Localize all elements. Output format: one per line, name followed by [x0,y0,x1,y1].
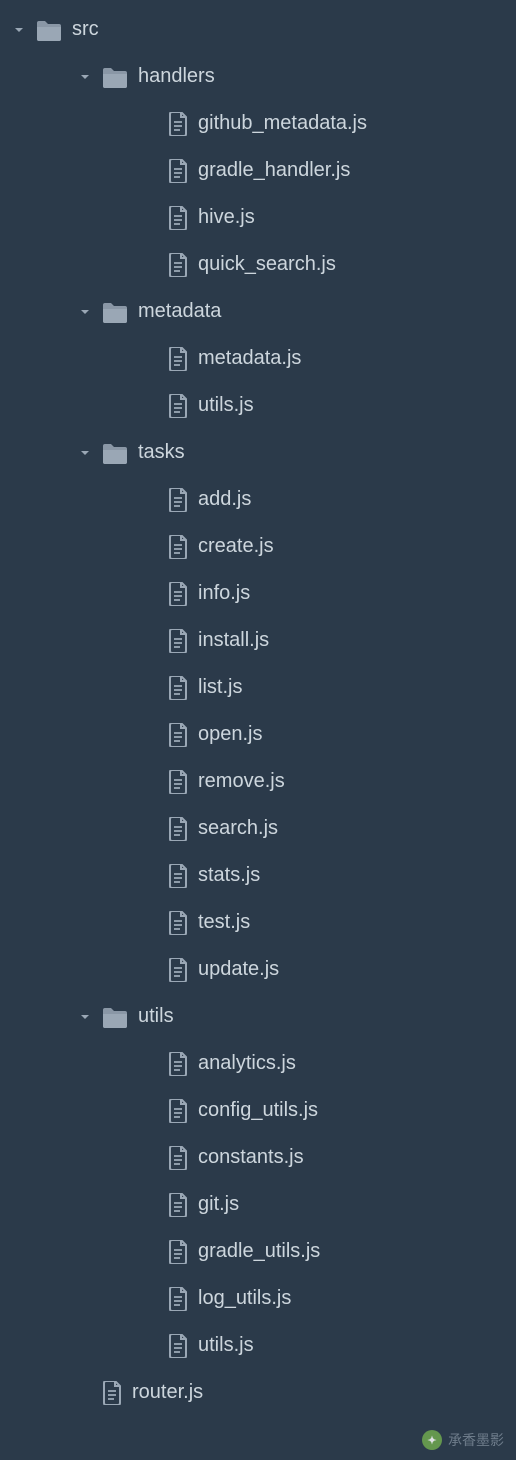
file-icon [168,1334,188,1358]
tree-file[interactable]: router.js [0,1369,516,1416]
file-icon [168,206,188,230]
tree-file[interactable]: open.js [0,711,516,758]
file-icon [168,770,188,794]
watermark: ✦ 承香墨影 [422,1430,504,1450]
folder-icon [102,1006,128,1028]
chevron-down-icon[interactable] [78,448,92,458]
tree-file[interactable]: config_utils.js [0,1087,516,1134]
tree-file[interactable]: test.js [0,899,516,946]
tree-file[interactable]: quick_search.js [0,241,516,288]
tree-folder[interactable]: utils [0,993,516,1040]
tree-file[interactable]: install.js [0,617,516,664]
tree-file[interactable]: remove.js [0,758,516,805]
folder-icon [102,301,128,323]
tree-folder[interactable]: handlers [0,53,516,100]
file-icon [168,535,188,559]
folder-icon [102,442,128,464]
file-label: gradle_utils.js [198,1240,320,1263]
file-icon [168,1287,188,1311]
file-icon [168,394,188,418]
file-icon [168,1146,188,1170]
tree-file[interactable]: hive.js [0,194,516,241]
file-icon [168,1193,188,1217]
tree-file[interactable]: search.js [0,805,516,852]
tree-folder[interactable]: tasks [0,429,516,476]
tree-file[interactable]: add.js [0,476,516,523]
file-label: config_utils.js [198,1099,318,1122]
file-label: log_utils.js [198,1287,291,1310]
file-label: create.js [198,535,274,558]
file-label: github_metadata.js [198,112,367,135]
tree-file[interactable]: utils.js [0,1322,516,1369]
tree-file[interactable]: utils.js [0,382,516,429]
file-label: metadata.js [198,347,301,370]
file-label: add.js [198,488,251,511]
tree-file[interactable]: gradle_handler.js [0,147,516,194]
file-icon [168,1099,188,1123]
file-label: utils.js [198,394,254,417]
file-icon [168,817,188,841]
folder-label: tasks [138,441,185,464]
file-icon [168,112,188,136]
file-label: analytics.js [198,1052,296,1075]
tree-file[interactable]: github_metadata.js [0,100,516,147]
file-label: update.js [198,958,279,981]
wechat-icon: ✦ [422,1430,442,1450]
file-icon [102,1381,122,1405]
tree-file[interactable]: stats.js [0,852,516,899]
tree-file[interactable]: list.js [0,664,516,711]
file-label: gradle_handler.js [198,159,350,182]
file-icon [168,676,188,700]
file-label: quick_search.js [198,253,336,276]
file-tree: src handlers github_metadata.js gradle_h… [0,6,516,1416]
file-icon [168,911,188,935]
file-label: hive.js [198,206,255,229]
file-label: git.js [198,1193,239,1216]
file-icon [168,1052,188,1076]
file-icon [168,582,188,606]
chevron-down-icon[interactable] [12,25,26,35]
tree-file[interactable]: metadata.js [0,335,516,382]
file-label: router.js [132,1381,203,1404]
file-icon [168,1240,188,1264]
file-icon [168,958,188,982]
file-label: stats.js [198,864,260,887]
tree-file[interactable]: create.js [0,523,516,570]
file-label: utils.js [198,1334,254,1357]
tree-folder[interactable]: src [0,6,516,53]
file-icon [168,347,188,371]
tree-folder[interactable]: metadata [0,288,516,335]
file-icon [168,723,188,747]
chevron-down-icon[interactable] [78,1012,92,1022]
file-icon [168,253,188,277]
tree-file[interactable]: info.js [0,570,516,617]
file-label: info.js [198,582,250,605]
file-label: search.js [198,817,278,840]
folder-label: metadata [138,300,221,323]
folder-label: utils [138,1005,174,1028]
file-icon [168,864,188,888]
file-label: constants.js [198,1146,304,1169]
file-label: remove.js [198,770,285,793]
folder-label: handlers [138,65,215,88]
file-label: install.js [198,629,269,652]
chevron-down-icon[interactable] [78,307,92,317]
file-icon [168,488,188,512]
tree-file[interactable]: gradle_utils.js [0,1228,516,1275]
folder-icon [36,19,62,41]
tree-file[interactable]: update.js [0,946,516,993]
chevron-down-icon[interactable] [78,72,92,82]
tree-file[interactable]: log_utils.js [0,1275,516,1322]
file-icon [168,159,188,183]
folder-label: src [72,18,99,41]
tree-file[interactable]: git.js [0,1181,516,1228]
file-label: list.js [198,676,242,699]
tree-file[interactable]: constants.js [0,1134,516,1181]
file-icon [168,629,188,653]
file-label: open.js [198,723,263,746]
tree-file[interactable]: analytics.js [0,1040,516,1087]
watermark-text: 承香墨影 [448,1430,504,1450]
file-label: test.js [198,911,250,934]
folder-icon [102,66,128,88]
